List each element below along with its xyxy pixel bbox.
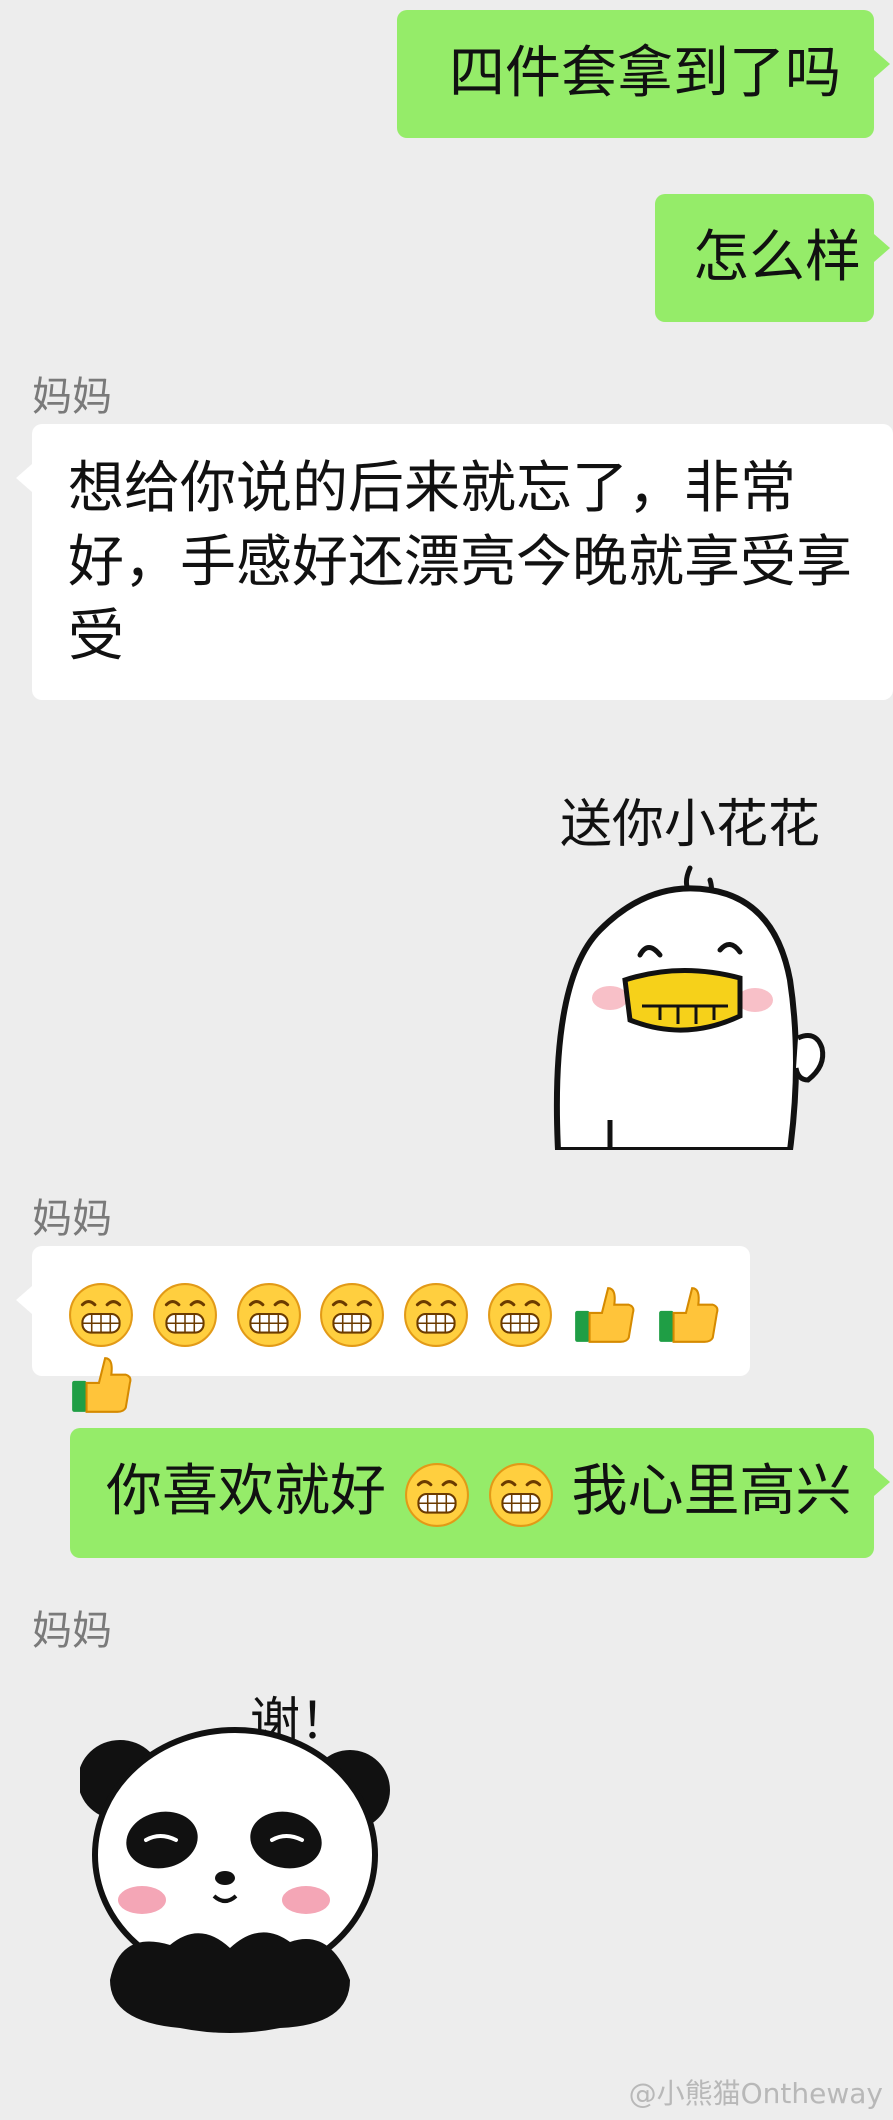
sticker-message[interactable]: 送你小花花: [540, 780, 880, 1153]
message-text: 怎么样: [693, 225, 861, 290]
grinning-face-icon: [403, 1282, 469, 1348]
grinning-face-icon: [68, 1282, 134, 1348]
outgoing-message-bubble[interactable]: 四件套拿到了吗: [397, 10, 890, 138]
thumbs-up-icon: [573, 1287, 635, 1343]
sticker-caption: 送你小花花: [560, 795, 820, 855]
watermark: @小熊猫Ontheway: [628, 2077, 883, 2110]
thumbs-up-icon: [657, 1287, 719, 1343]
grinning-face-icon: [152, 1282, 218, 1348]
grinning-face-icon: [487, 1282, 553, 1348]
grinning-face-icon: [404, 1462, 470, 1528]
panda-sticker: 谢！: [78, 1692, 390, 2033]
duck-sticker: 送你小花花: [553, 795, 826, 1153]
outgoing-message-bubble[interactable]: 你喜欢就好 我心里高兴: [70, 1428, 890, 1558]
grinning-face-icon: [488, 1462, 554, 1528]
sender-name: 妈妈: [32, 1608, 112, 1654]
sender-name: 妈妈: [32, 1196, 112, 1242]
incoming-message-bubble[interactable]: [16, 1246, 750, 1413]
outgoing-message-bubble[interactable]: 怎么样: [655, 194, 890, 322]
message-text: 我心里高兴: [571, 1459, 852, 1524]
incoming-message-bubble[interactable]: 想给你说的后来就忘了，非常好，手感好还漂亮今晚就享受享受: [16, 424, 893, 700]
grinning-face-icon: [236, 1282, 302, 1348]
message-text: 四件套拿到了吗: [449, 41, 841, 106]
grinning-face-icon: [319, 1282, 385, 1348]
message-text: 你喜欢就好: [106, 1459, 386, 1524]
sender-name: 妈妈: [32, 374, 112, 420]
message-text: 想给你说的后来就忘了，非常好，手感好还漂亮今晚就享受享受: [68, 456, 852, 669]
sticker-message[interactable]: 谢！: [78, 1680, 400, 2040]
thumbs-up-icon: [71, 1356, 132, 1413]
